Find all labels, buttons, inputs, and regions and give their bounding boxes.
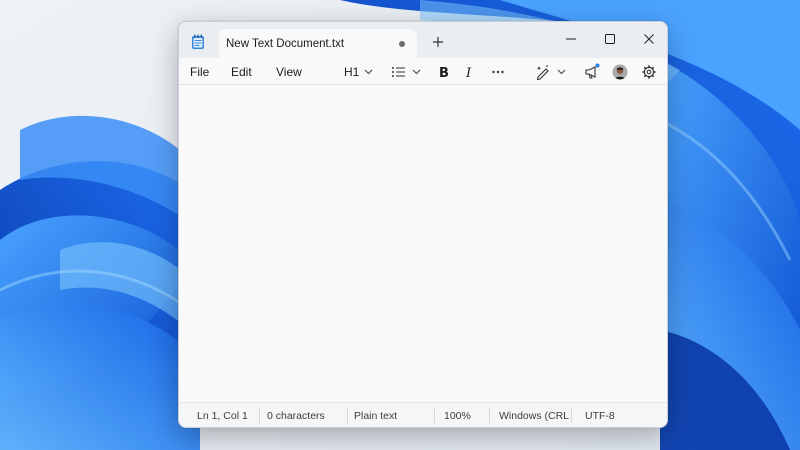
avatar[interactable] <box>611 62 629 82</box>
minimize-icon <box>566 38 576 40</box>
copilot-pen-icon[interactable] <box>535 62 551 82</box>
status-zoom[interactable]: 100% <box>444 410 471 422</box>
status-encoding[interactable]: UTF-8 <box>585 410 615 422</box>
menu-edit[interactable]: Edit <box>231 65 252 79</box>
chevron-down-icon[interactable] <box>364 69 373 75</box>
status-separator <box>347 408 348 423</box>
megaphone-icon[interactable] <box>584 62 600 82</box>
status-separator <box>434 408 435 423</box>
status-character-count: 0 characters <box>267 410 325 422</box>
status-separator <box>489 408 490 423</box>
minimize-button[interactable] <box>557 27 585 51</box>
title-bar[interactable]: New Text Document.txt <box>179 22 667 58</box>
maximize-button[interactable] <box>596 27 624 51</box>
menu-view[interactable]: View <box>276 65 302 79</box>
status-format[interactable]: Plain text <box>354 410 397 422</box>
copilot-chevron-down-icon[interactable] <box>557 69 566 75</box>
more-icon[interactable] <box>491 62 505 82</box>
close-button[interactable] <box>635 27 663 51</box>
notepad-window: New Text Document.txt File Edit View H1 <box>178 21 668 428</box>
status-separator <box>259 408 260 423</box>
tab-title: New Text Document.txt <box>226 38 345 50</box>
list-chevron-down-icon[interactable] <box>412 69 421 75</box>
status-separator <box>571 408 572 423</box>
bold-icon[interactable]: B <box>438 62 450 82</box>
status-cursor-position: Ln 1, Col 1 <box>197 410 248 422</box>
menu-file[interactable]: File <box>190 65 209 79</box>
close-icon <box>644 34 654 44</box>
settings-gear-icon[interactable] <box>641 62 657 82</box>
toolbar: File Edit View H1 B I <box>179 58 667 85</box>
italic-icon[interactable]: I <box>465 62 477 82</box>
status-line-ending[interactable]: Windows (CRLF) <box>499 410 569 422</box>
new-tab-plus-icon[interactable] <box>431 35 445 49</box>
status-bar: Ln 1, Col 1 0 characters Plain text 100%… <box>179 402 667 427</box>
text-editor-area[interactable] <box>179 85 667 402</box>
svg-text:I: I <box>465 66 472 81</box>
document-tab[interactable]: New Text Document.txt <box>219 29 417 58</box>
heading-dropdown[interactable]: H1 <box>344 65 359 79</box>
maximize-icon <box>605 34 615 44</box>
svg-text:B: B <box>439 66 449 81</box>
unsaved-dot-icon[interactable] <box>399 41 405 47</box>
list-icon[interactable] <box>391 62 407 82</box>
notepad-app-icon <box>192 34 204 49</box>
